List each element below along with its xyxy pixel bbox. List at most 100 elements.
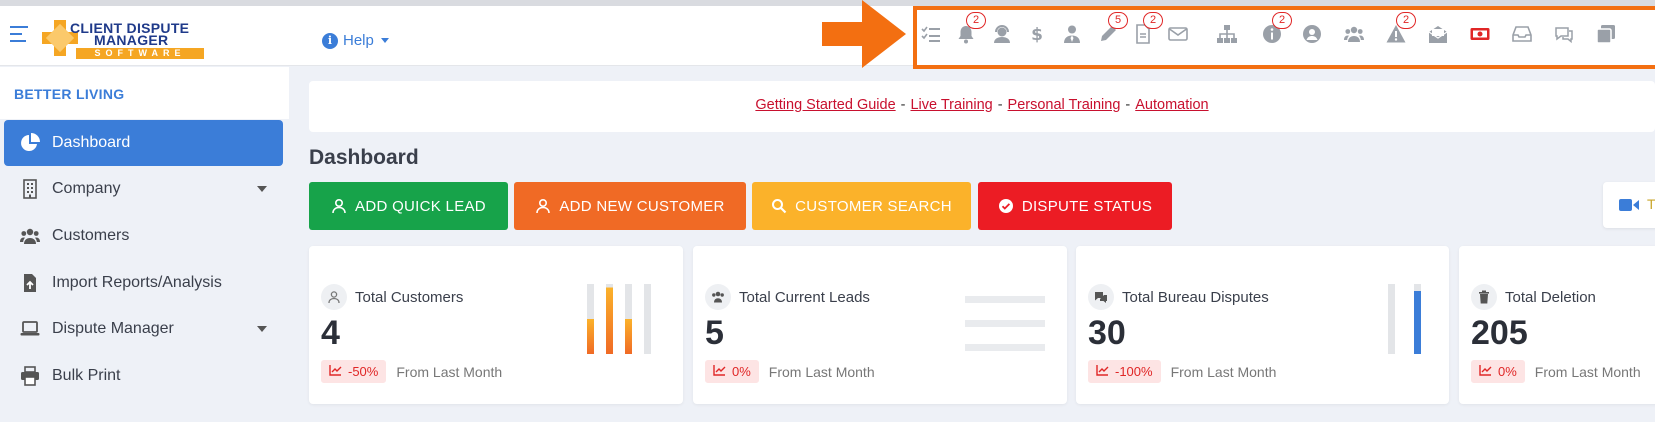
add-quick-lead-button[interactable]: ADD QUICK LEAD (309, 182, 508, 230)
users-icon[interactable] (1340, 20, 1368, 48)
chevron-down-icon (257, 186, 267, 192)
sidebar-item-dashboard[interactable]: Dashboard (4, 120, 283, 166)
change-value: -100% (1115, 364, 1153, 379)
sparkline-bar (606, 287, 613, 354)
stat-card-icon (1471, 284, 1497, 310)
menu-toggle-icon[interactable] (10, 26, 28, 42)
company-name: BETTER LIVING (0, 67, 289, 119)
printer-icon (18, 365, 42, 387)
trend-chart-icon (329, 364, 342, 379)
chevron-down-icon (380, 38, 389, 43)
live-training-link[interactable]: Live Training (910, 97, 992, 113)
stat-card-footer: -100% From Last Month (1088, 360, 1276, 383)
sidebar-item-label: Import Reports/Analysis (52, 274, 222, 291)
laptop-icon (18, 318, 42, 340)
stat-card-header: Total Bureau Disputes (1088, 284, 1269, 310)
money-icon[interactable] (1466, 20, 1494, 48)
change-period: From Last Month (396, 363, 503, 380)
check-circle-icon (998, 199, 1013, 213)
automation-link[interactable]: Automation (1135, 97, 1208, 113)
sidebar-item-label: Dispute Manager (52, 320, 174, 337)
pie-chart-icon (18, 132, 42, 154)
stat-card-title: Total Customers (355, 288, 464, 306)
logo-line-2: MANAGER (94, 32, 169, 48)
change-period: From Last Month (1534, 363, 1641, 380)
add-new-customer-button[interactable]: ADD NEW CUSTOMER (514, 182, 746, 230)
sparkline-bars (1388, 284, 1421, 354)
link-separator: - (1125, 97, 1131, 113)
sidebar-item-customers[interactable]: Customers (4, 213, 283, 259)
org-chart-icon[interactable] (1213, 20, 1241, 48)
stat-card-total-customers[interactable]: Total Customers 4 -50% From Last Month (309, 246, 683, 404)
envelope-icon[interactable] (1164, 20, 1192, 48)
sidebar-item-label: Company (52, 180, 121, 197)
dispute-status-button[interactable]: DISPUTE STATUS (978, 182, 1172, 230)
page-title: Dashboard (309, 146, 419, 169)
user-icon (536, 198, 551, 214)
stat-card-total-current-leads[interactable]: Total Current Leads 5 0% From Last Month (693, 246, 1067, 404)
sidebar-item-import-reports-analysis[interactable]: Import Reports/Analysis (4, 260, 283, 306)
sidebar-item-bulk-print[interactable]: Bulk Print (4, 353, 283, 399)
search-icon (772, 199, 787, 214)
getting-started-link[interactable]: Getting Started Guide (755, 97, 895, 113)
sidebar-item-label: Dashboard (52, 134, 131, 151)
link-separator: - (900, 97, 906, 113)
bell-icon[interactable]: 2 (952, 12, 986, 48)
help-menu[interactable]: i Help (322, 32, 389, 49)
add-quick-lead-label: ADD QUICK LEAD (355, 197, 486, 215)
stat-card-footer: -50% From Last Month (321, 360, 502, 383)
chevron-down-icon (257, 326, 267, 332)
add-new-customer-label: ADD NEW CUSTOMER (559, 197, 725, 215)
stat-card-total-bureau-disputes[interactable]: Total Bureau Disputes 30 -100% From Last Mo… (1076, 246, 1449, 404)
document-icon[interactable]: 2 (1129, 12, 1163, 48)
checklist-icon[interactable] (917, 20, 945, 48)
building-icon (18, 178, 42, 200)
stat-card-value: 4 (321, 314, 340, 352)
customer-search-label: CUSTOMER SEARCH (795, 197, 952, 215)
highlight-arrow-icon (822, 0, 906, 68)
sparkline-bar (625, 319, 632, 354)
notification-badge: 2 (1396, 12, 1416, 29)
sidebar: BETTER LIVING Dashboard Company Customers I… (0, 67, 289, 422)
video-camera-icon (1619, 199, 1639, 211)
notification-badge: 2 (1143, 12, 1163, 29)
stat-card-value: 5 (705, 314, 724, 352)
sidebar-item-dispute-manager[interactable]: Dispute Manager (4, 306, 283, 352)
pen-icon[interactable]: 5 (1094, 12, 1128, 48)
brand-logo[interactable]: CLIENT DISPUTE MANAGER SOFTWARE (42, 16, 204, 60)
trend-chart-icon (713, 364, 726, 379)
customer-search-button[interactable]: CUSTOMER SEARCH (752, 182, 971, 230)
help-label: Help (343, 32, 374, 49)
change-value: -50% (348, 364, 379, 379)
stat-card-total-deletion[interactable]: Total Deletion 205 0% From Last Month (1459, 246, 1655, 404)
chat-icon[interactable] (1550, 20, 1578, 48)
link-separator: - (997, 97, 1003, 113)
sidebar-item-label: Customers (52, 227, 130, 244)
support-agent-icon[interactable] (988, 20, 1016, 48)
sidebar-item-label: Bulk Print (52, 367, 121, 384)
info-icon: i (322, 32, 338, 49)
info-icon[interactable]: 2 (1258, 12, 1292, 48)
inbox-icon[interactable] (1508, 20, 1536, 48)
sparkline-line (965, 344, 1045, 351)
sparkline-track (1388, 284, 1395, 354)
user-icon (332, 198, 346, 214)
stat-card-header: Total Current Leads (705, 284, 870, 310)
personal-training-link[interactable]: Personal Training (1008, 97, 1121, 113)
change-period: From Last Month (1170, 363, 1277, 380)
globe-user-icon[interactable] (1298, 20, 1326, 48)
open-mail-icon[interactable] (1424, 20, 1452, 48)
notification-badge: 5 (1108, 12, 1128, 29)
change-value: 0% (1498, 364, 1517, 379)
user-tie-icon[interactable] (1058, 20, 1086, 48)
sidebar-item-company[interactable]: Company (4, 166, 283, 212)
video-tutorial-button[interactable]: T (1603, 182, 1655, 228)
change-badge: 0% (705, 360, 759, 383)
dollar-icon[interactable]: $ (1023, 20, 1051, 48)
copy-icon[interactable] (1592, 20, 1620, 48)
sparkline-track (644, 284, 651, 354)
warning-icon[interactable]: 2 (1382, 12, 1416, 48)
training-links-bar: Getting Started Guide - Live Training - Pers… (309, 81, 1655, 132)
users-icon (18, 225, 42, 247)
dispute-status-label: DISPUTE STATUS (1021, 197, 1153, 215)
